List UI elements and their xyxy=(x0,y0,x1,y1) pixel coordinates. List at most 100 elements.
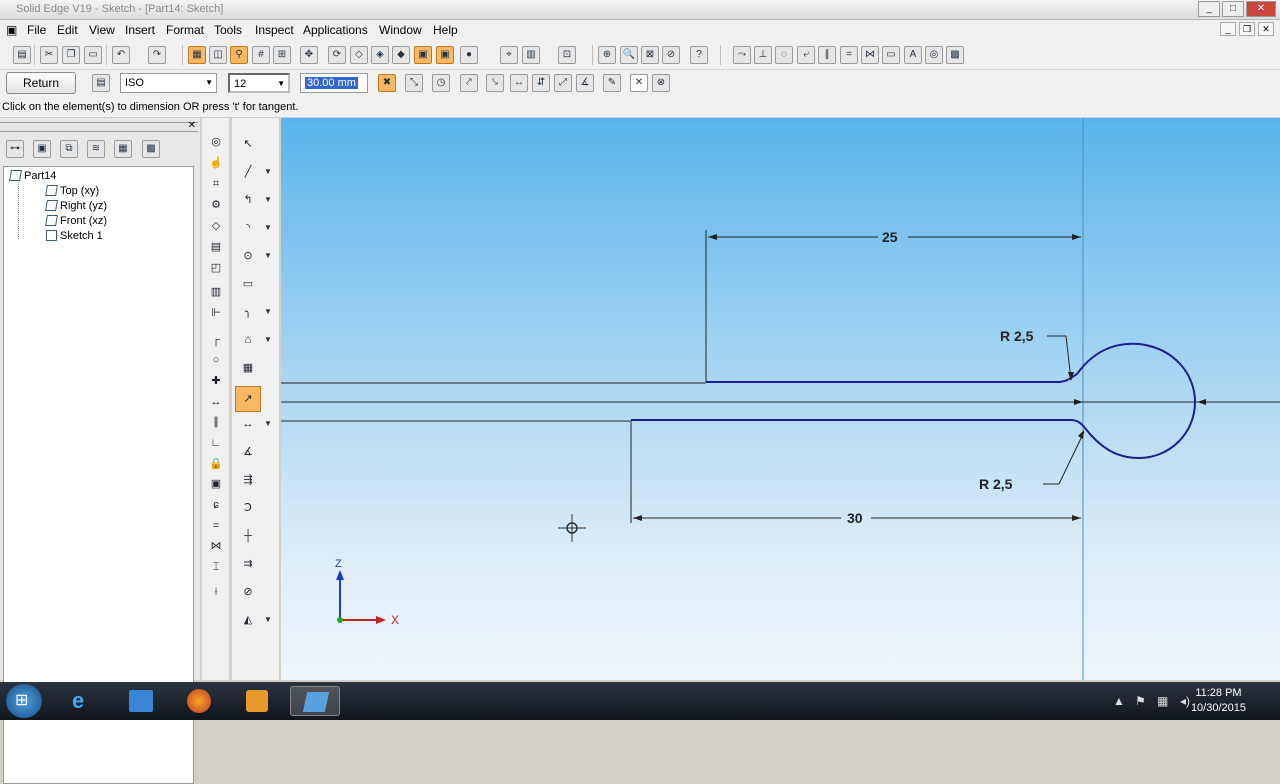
ie-taskbar-icon[interactable]: e xyxy=(58,686,108,716)
cross-icon[interactable]: ✚ xyxy=(208,373,224,389)
view-orient-icon[interactable]: ⌖ xyxy=(500,46,518,64)
align-icon[interactable]: ⊩ xyxy=(208,305,224,321)
rectangle-icon[interactable]: ▭ xyxy=(240,276,256,292)
app-icon[interactable]: ▣ xyxy=(6,23,17,37)
dim-option1-icon[interactable]: ⤡ xyxy=(405,74,423,92)
feature-pathfinder-icon[interactable]: ⊶ xyxy=(6,140,24,158)
style-icon[interactable]: ▤ xyxy=(92,74,110,92)
minimize-button[interactable]: _ xyxy=(1198,1,1220,17)
circle-icon[interactable]: ⊙ ▼ xyxy=(240,248,272,264)
library-icon[interactable]: ▣ xyxy=(33,140,51,158)
media-taskbar-icon[interactable] xyxy=(232,686,282,716)
constraint-symmetric-icon[interactable]: ⋈ xyxy=(861,46,879,64)
sketch-view-icon[interactable]: ⊞ xyxy=(273,46,291,64)
pane-close-icon[interactable]: ✕ xyxy=(188,120,196,131)
tree-root[interactable]: Part14 xyxy=(9,170,56,182)
constraint-tangent-icon[interactable]: ◌ xyxy=(775,46,793,64)
font-size-combo[interactable]: 12 ▼ xyxy=(228,73,290,93)
zoom-in-icon[interactable]: ⊕ xyxy=(598,46,616,64)
dim-option2-icon[interactable]: ◷ xyxy=(432,74,450,92)
fill-icon[interactable]: ▩ xyxy=(946,46,964,64)
grid-icon[interactable]: # xyxy=(252,46,270,64)
coordinate-icon[interactable]: ⇶ xyxy=(240,472,256,488)
sphere-icon[interactable]: ● xyxy=(460,46,478,64)
diamond-icon[interactable]: ◇ xyxy=(208,218,224,234)
offset-icon[interactable]: ◰ xyxy=(208,260,224,276)
undo-icon[interactable]: ↶ xyxy=(112,46,130,64)
cancel-x-icon[interactable]: ✕ xyxy=(630,74,648,92)
stack-icon[interactable]: ▤ xyxy=(208,239,224,255)
dimension-30-label[interactable]: 30 xyxy=(847,510,863,526)
tree-item-right[interactable]: Right (yz) xyxy=(45,200,107,212)
target-icon[interactable]: ◎ xyxy=(208,134,224,150)
dim-option3-icon[interactable]: ⤤ xyxy=(460,74,478,92)
perpendicular-icon[interactable]: ∟ xyxy=(208,435,224,451)
collinear-icon[interactable]: ⟊ xyxy=(208,584,224,600)
return-button[interactable]: Return xyxy=(6,72,76,94)
text-icon[interactable]: A xyxy=(904,46,922,64)
menu-edit[interactable]: Edit xyxy=(57,23,78,37)
copy-icon[interactable]: ❐ xyxy=(62,46,80,64)
mirror-icon[interactable]: ◭ ▼ xyxy=(240,612,272,628)
arc2-icon[interactable]: ◝ ▼ xyxy=(240,220,272,236)
dimension-style-icon[interactable]: ▭ xyxy=(882,46,900,64)
doc-close-button[interactable]: ✕ xyxy=(1258,22,1274,36)
dimension-25-label[interactable]: 25 xyxy=(882,229,898,245)
tree-item-sketch[interactable]: Sketch 1 xyxy=(46,230,103,242)
dim-aligned-icon[interactable]: ⤢ xyxy=(554,74,572,92)
pane-grip[interactable] xyxy=(0,122,198,132)
dim-angle-icon[interactable]: ∡ xyxy=(576,74,594,92)
view-front-icon[interactable]: ◇ xyxy=(350,46,368,64)
radius-bottom-label[interactable]: R 2,5 xyxy=(979,476,1012,492)
pointer-move-icon[interactable]: ☝ xyxy=(208,155,224,171)
sensors-icon[interactable]: ▦ xyxy=(114,140,132,158)
dim-vertical-icon[interactable]: ⇵ xyxy=(532,74,550,92)
menu-view[interactable]: View xyxy=(89,23,115,37)
radius-top-label[interactable]: R 2,5 xyxy=(1000,328,1033,344)
doc-minimize-button[interactable]: _ xyxy=(1220,22,1236,36)
doc-restore-button[interactable]: ❐ xyxy=(1239,22,1255,36)
select-icon[interactable]: ▦ xyxy=(188,46,206,64)
save-icon[interactable]: ▤ xyxy=(13,46,31,64)
fillet-icon[interactable]: ╮ ▼ xyxy=(240,304,272,320)
symmetric-icon[interactable]: ⋈ xyxy=(208,538,224,554)
zoom-icon[interactable]: 🔍 xyxy=(620,46,638,64)
bars-icon[interactable]: ▥ xyxy=(208,284,224,300)
rotate-icon[interactable]: ⟳ xyxy=(328,46,346,64)
named-views-icon[interactable]: ▥ xyxy=(522,46,540,64)
constraint-horizontal-icon[interactable]: ⤶ xyxy=(797,46,815,64)
zoom-prev-icon[interactable]: ⊘ xyxy=(662,46,680,64)
constraint-equal-icon[interactable]: = xyxy=(840,46,858,64)
tangent-icon[interactable]: ɕ xyxy=(208,497,224,513)
tray-expand-icon[interactable]: ▲ xyxy=(1113,694,1125,708)
select-arrow-icon[interactable]: ↖ xyxy=(240,136,256,152)
help-icon[interactable]: ? xyxy=(690,46,708,64)
split-icon[interactable]: ┼ xyxy=(240,528,256,544)
solidedge-taskbar-icon[interactable] xyxy=(290,686,340,716)
clock[interactable]: 11:28 PM 10/30/2015 xyxy=(1191,686,1246,716)
maximize-button[interactable]: □ xyxy=(1222,1,1244,17)
dim-horizontal-icon[interactable]: ↔ xyxy=(510,74,528,92)
pan-icon[interactable]: ✥ xyxy=(300,46,318,64)
no-icon[interactable]: ⊘ xyxy=(240,584,256,600)
menu-tools[interactable]: Tools xyxy=(214,23,242,37)
relationship-icon[interactable]: ⚲ xyxy=(230,46,248,64)
distance-icon[interactable]: ↔ ▼ xyxy=(240,416,272,432)
zoom-area-icon[interactable]: ◫ xyxy=(209,46,227,64)
menu-window[interactable]: Window xyxy=(379,23,422,37)
layers-icon[interactable]: ≋ xyxy=(87,140,105,158)
network-icon[interactable]: ▦ xyxy=(1157,694,1168,708)
ring-icon[interactable]: ○ xyxy=(208,352,224,368)
equal-icon[interactable]: = xyxy=(208,518,224,534)
style-combo[interactable]: ISO ▼ xyxy=(120,73,217,93)
constraint-parallel-icon[interactable]: ∥ xyxy=(818,46,836,64)
rigid-icon[interactable]: ▣ xyxy=(208,476,224,492)
corner-icon[interactable]: ┌ xyxy=(208,332,224,348)
dim-text-icon[interactable]: ✎ xyxy=(603,74,621,92)
parallel-icon[interactable]: ∥ xyxy=(208,414,224,430)
stack-dim-icon[interactable]: ⇉ xyxy=(240,556,256,572)
explorer-taskbar-icon[interactable] xyxy=(116,686,166,716)
menu-help[interactable]: Help xyxy=(433,23,458,37)
smart-dimension-icon[interactable]: ↗ xyxy=(235,386,261,412)
action-center-icon[interactable]: ⚑ xyxy=(1135,694,1146,708)
